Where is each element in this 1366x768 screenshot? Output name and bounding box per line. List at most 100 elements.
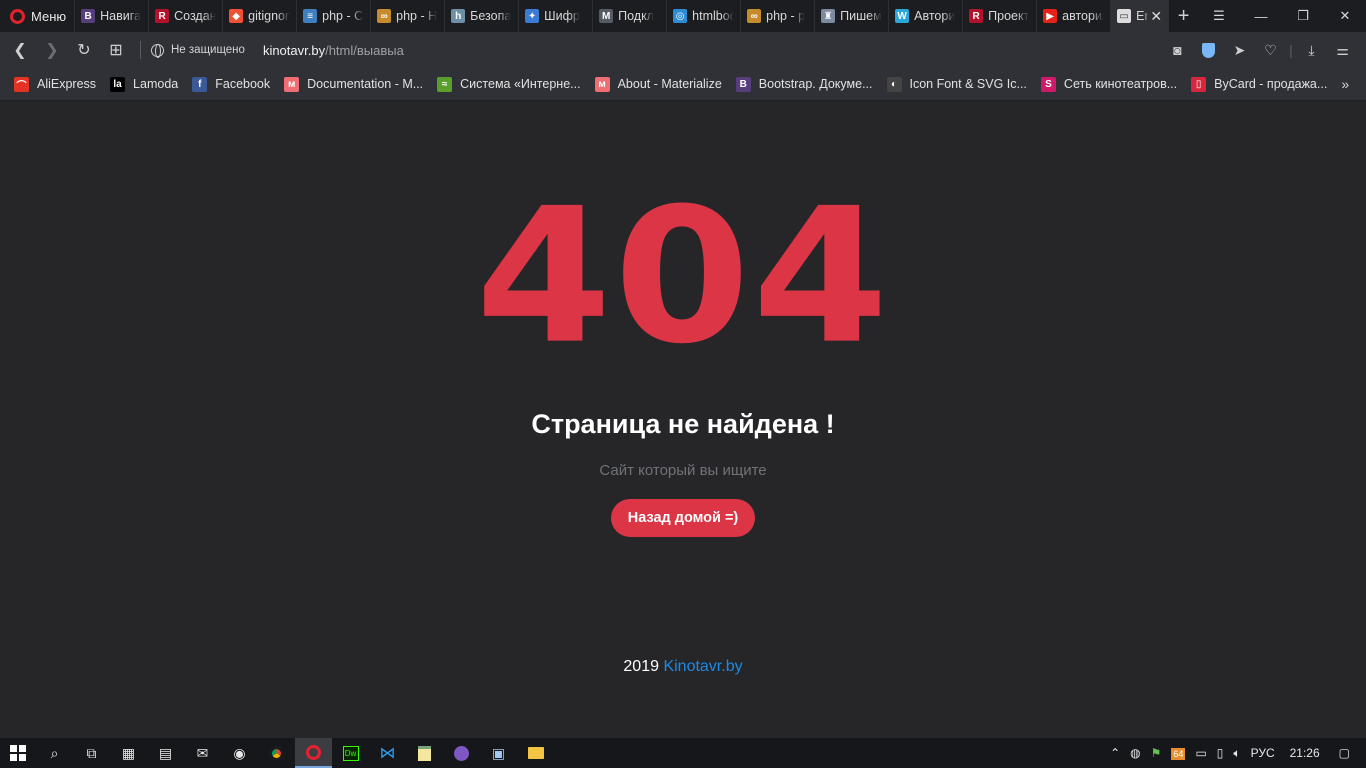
volume-icon[interactable]: 🔈︎ bbox=[1228, 746, 1245, 761]
bookmark-label: Система «Интерне... bbox=[460, 77, 581, 91]
materialize-icon: ᴍ bbox=[284, 76, 300, 92]
tab-menu-icon[interactable]: ☰ bbox=[1198, 0, 1240, 32]
battery-icon[interactable]: ▭ bbox=[1190, 746, 1211, 760]
bootstrap-icon: B bbox=[735, 76, 751, 92]
back-home-button[interactable]: Назад домой =) bbox=[611, 499, 755, 537]
notepad-icon[interactable] bbox=[406, 738, 443, 768]
reload-button[interactable]: ↻ bbox=[68, 32, 100, 68]
minimize-button[interactable]: — bbox=[1240, 0, 1282, 32]
back-button[interactable]: ❮ bbox=[4, 32, 36, 68]
tab[interactable]: ∞ php - р bbox=[741, 0, 816, 32]
glasses-icon: ∞ bbox=[377, 9, 392, 23]
tab-label: Пишем bbox=[840, 9, 882, 23]
bookmark-item[interactable]: ◐ Icon Font & SVG Ic... bbox=[886, 76, 1027, 92]
calculator-icon[interactable]: ▤ bbox=[147, 738, 184, 768]
tab[interactable]: ◆ gitignore bbox=[223, 0, 298, 32]
bookmark-item[interactable]: B Bootstrap. Докуме... bbox=[735, 76, 873, 92]
forward-button[interactable]: ❯ bbox=[36, 32, 68, 68]
network-tray-icon[interactable]: ▯ bbox=[1212, 746, 1229, 760]
close-window-button[interactable]: ✕ bbox=[1324, 0, 1366, 32]
start-button[interactable] bbox=[0, 738, 36, 768]
camera-icon[interactable]: ◙ bbox=[1162, 42, 1193, 58]
flag-icon[interactable]: ⚑ bbox=[1146, 746, 1167, 760]
facebook-icon: f bbox=[192, 76, 208, 92]
tab[interactable]: ✦ Шифр bbox=[519, 0, 594, 32]
footer-link[interactable]: Kinotavr.by bbox=[663, 658, 742, 675]
steam-icon[interactable]: ◍ bbox=[1125, 746, 1145, 760]
error-code: 404 bbox=[475, 168, 891, 386]
restore-button[interactable]: ❐ bbox=[1282, 0, 1324, 32]
w-icon: W bbox=[895, 9, 910, 23]
tab[interactable]: B Навига bbox=[75, 0, 150, 32]
close-tab-icon[interactable]: ✕ bbox=[1148, 8, 1162, 25]
security-indicator[interactable]: Не защищено bbox=[151, 43, 245, 58]
tab[interactable]: ≡ php - Сравнение bbox=[297, 0, 372, 32]
tab-label: Error bbox=[1136, 9, 1149, 23]
bookmark-item[interactable]: ᴍ Documentation - M... bbox=[284, 76, 423, 92]
tab[interactable]: ▶ авторизация bbox=[1037, 0, 1112, 32]
tab[interactable]: ◎ htmlbook bbox=[667, 0, 742, 32]
address-bar-actions: ◙ ➤ ♡ | ⤓ ⚌ bbox=[1162, 42, 1366, 59]
tab[interactable]: ∞ php - Н bbox=[371, 0, 446, 32]
security-label: Не защищено bbox=[171, 44, 245, 56]
m-icon: M bbox=[599, 9, 614, 23]
tab-label: php - Сравнение bbox=[322, 9, 364, 23]
bookmarks-bar: ⌒ AliExpress la Lamoda f Facebook ᴍ Documentati… bbox=[0, 68, 1366, 101]
bookmark-item[interactable]: ▯ ByCard - продажа... bbox=[1191, 76, 1327, 92]
error-title: Страница не найдена ! bbox=[531, 409, 835, 439]
tab[interactable]: M Подкл bbox=[593, 0, 668, 32]
tab[interactable]: ♜ Пишем bbox=[815, 0, 890, 32]
more-bookmarks-icon[interactable]: » bbox=[1341, 76, 1349, 92]
bookmark-item[interactable]: ⌒ AliExpress bbox=[14, 76, 96, 92]
glasses-icon: ∞ bbox=[747, 9, 762, 23]
r-icon: R bbox=[969, 9, 984, 23]
bookmark-label: Facebook bbox=[215, 77, 271, 91]
search-icon[interactable]: ⌕ bbox=[36, 738, 73, 768]
bookmark-label: Сеть кинотеатров... bbox=[1063, 77, 1178, 91]
dreamweaver-icon[interactable]: Dw bbox=[332, 738, 369, 768]
browser-menu-button[interactable]: Меню bbox=[0, 0, 76, 32]
task-view-icon[interactable]: ⧉ bbox=[73, 738, 110, 768]
adblock-shield-icon[interactable] bbox=[1193, 42, 1224, 59]
tab[interactable]: R Создан bbox=[149, 0, 224, 32]
bookmark-list: ⌒ AliExpress la Lamoda f Facebook ᴍ Documentati… bbox=[14, 76, 1341, 92]
tab-active[interactable]: ▭ Error ✕ bbox=[1111, 0, 1170, 32]
show-hidden-icons-icon[interactable]: ⌃ bbox=[1105, 746, 1125, 760]
bookmark-item[interactable]: ≈ Система «Интерне... bbox=[437, 76, 581, 92]
network-icon[interactable]: ▣ bbox=[480, 738, 517, 768]
speed-dial-icon[interactable]: ⊞ bbox=[100, 32, 132, 68]
calendar-icon[interactable]: ▦ bbox=[110, 738, 147, 768]
new-tab-button[interactable]: + bbox=[1169, 5, 1198, 28]
bycard-icon: ▯ bbox=[1191, 76, 1207, 92]
bookmark-label: Icon Font & SVG Ic... bbox=[909, 77, 1027, 91]
sixty-four-icon[interactable]: 64 bbox=[1166, 746, 1190, 760]
tab[interactable]: R Проект bbox=[963, 0, 1038, 32]
windows-taskbar: ⌕ ⧉ ▦ ▤ ✉ ◉ Dw ⋈ ▣ ⌃ ◍ ⚑ 64 ▭ ▯ 🔈︎ РУС 2… bbox=[0, 738, 1366, 768]
system-tray: ⌃ ◍ ⚑ 64 ▭ ▯ 🔈︎ РУС 21:26 ▢ bbox=[1105, 738, 1366, 768]
notifications-icon[interactable]: ▢ bbox=[1334, 746, 1366, 760]
bookmark-item[interactable]: ᴍ About - Materialize bbox=[594, 76, 722, 92]
discord-icon[interactable] bbox=[443, 738, 480, 768]
mail-icon[interactable]: ✉ bbox=[184, 738, 221, 768]
settings-sliders-icon[interactable]: ⚌ bbox=[1327, 42, 1358, 59]
vscode-icon[interactable]: ⋈ bbox=[369, 738, 406, 768]
language-indicator[interactable]: РУС bbox=[1246, 746, 1280, 760]
tab[interactable]: h Безопа bbox=[445, 0, 520, 32]
send-icon[interactable]: ➤ bbox=[1224, 42, 1255, 59]
tab-label: Автори bbox=[914, 9, 956, 23]
bookmark-item[interactable]: S Сеть кинотеатров... bbox=[1040, 76, 1178, 92]
url-field[interactable]: kinotavr.by/html/выавыа bbox=[263, 43, 404, 58]
chrome-icon[interactable] bbox=[258, 738, 295, 768]
clock[interactable]: 21:26 bbox=[1280, 746, 1334, 760]
tab[interactable]: W Автори bbox=[889, 0, 964, 32]
folder-icon[interactable] bbox=[517, 738, 554, 768]
media-icon[interactable]: ◉ bbox=[221, 738, 258, 768]
download-icon[interactable]: ⤓ bbox=[1296, 42, 1327, 59]
bookmark-item[interactable]: la Lamoda bbox=[110, 76, 178, 92]
globe-icon bbox=[151, 43, 164, 58]
tab-label: Шифр bbox=[544, 9, 580, 23]
bookmark-item[interactable]: f Facebook bbox=[192, 76, 271, 92]
opera-icon[interactable] bbox=[295, 738, 332, 768]
tab-list: B Навига R Создан ◆ gitignore ≡ php - Сравнение… bbox=[75, 0, 1112, 32]
heart-icon[interactable]: ♡ bbox=[1255, 42, 1286, 59]
